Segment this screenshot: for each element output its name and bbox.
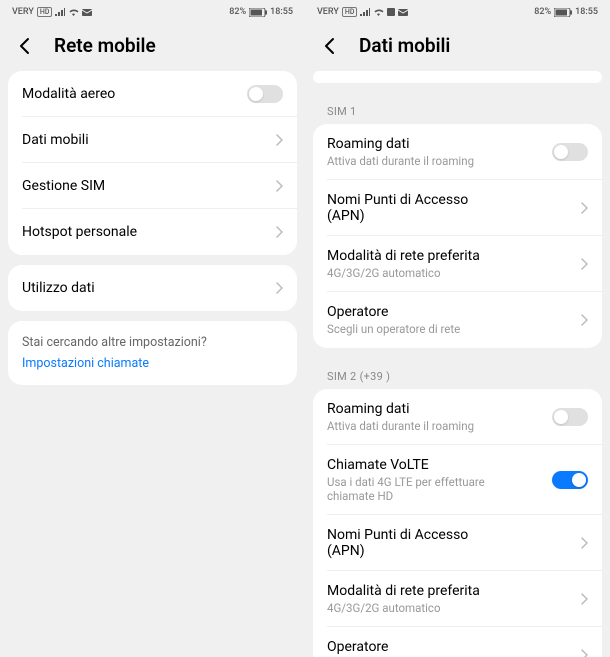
chevron-right-icon [581,534,588,553]
row-label: Dati mobili [22,132,270,148]
status-bar: VERY HD 82% 18:55 [305,0,610,24]
row-label: Modalità di rete preferita [327,583,575,599]
signal-icon [55,8,65,16]
card-stub [313,71,602,83]
row-data-usage[interactable]: Utilizzo dati [8,265,297,311]
clock: 18:55 [270,7,293,17]
sim1-roaming-toggle[interactable] [552,143,588,161]
row-label: Operatore [327,639,575,655]
chevron-right-icon [581,590,588,609]
mail-icon [82,9,92,16]
header: Rete mobile [0,24,305,71]
row-mobile-data[interactable]: Dati mobili [8,117,297,163]
row-sublabel: Usa i dati 4G LTE per effettuare chiamat… [327,475,517,503]
hd-badge: HD [37,7,53,17]
page-title: Rete mobile [54,34,156,57]
status-bar: VERY HD 82% 18:55 [0,0,305,24]
header: Dati mobili [305,24,610,71]
row-sublabel: 4G/3G/2G automatico [327,601,575,615]
chevron-right-icon [581,255,588,274]
row-sim2-volte[interactable]: Chiamate VoLTE Usa i dati 4G LTE per eff… [313,445,602,515]
row-label: Hotspot personale [22,224,270,240]
row-sim1-roaming[interactable]: Roaming dati Attiva dati durante il roam… [313,124,602,180]
wifi-icon [68,8,79,16]
chevron-right-icon [276,177,283,196]
row-label: Operatore [327,304,575,320]
row-sim2-roaming[interactable]: Roaming dati Attiva dati durante il roam… [313,389,602,445]
sim1-section-label: SIM 1 [313,93,602,124]
row-personal-hotspot[interactable]: Hotspot personale [8,209,297,255]
row-sim2-operator[interactable]: Operatore Scegli un operatore di rete [313,627,602,657]
info-card: Stai cercando altre impostazioni? Impost… [8,321,297,385]
row-sim1-operator[interactable]: Operatore Scegli un operatore di rete [313,292,602,348]
row-sim2-apn[interactable]: Nomi Punti di Accesso (APN) [313,515,602,571]
sim2-section-label: SIM 2 (+39 ) [313,358,602,389]
sim2-volte-toggle[interactable] [552,471,588,489]
clock: 18:55 [575,7,598,17]
chevron-right-icon [276,279,283,298]
settings-card-usage: Utilizzo dati [8,265,297,311]
back-button[interactable] [319,35,341,57]
battery-icon [249,8,267,17]
carrier-label: VERY [317,7,339,17]
screen-dati-mobili: VERY HD 82% 18:55 Dati mobili SIM 1 Roam… [305,0,610,657]
call-settings-link[interactable]: Impostazioni chiamate [22,356,283,371]
sim2-roaming-toggle[interactable] [552,408,588,426]
row-sim-management[interactable]: Gestione SIM [8,163,297,209]
row-sublabel: Scegli un operatore di rete [327,322,575,336]
row-label: Utilizzo dati [22,280,270,296]
settings-card-main: Modalità aereo Dati mobili Gestione SIM … [8,71,297,255]
sim2-card: Roaming dati Attiva dati durante il roam… [313,389,602,657]
row-sim1-apn[interactable]: Nomi Punti di Accesso (APN) [313,180,602,236]
vpn-icon [387,8,395,16]
row-label: Roaming dati [327,136,552,152]
page-title: Dati mobili [359,34,450,57]
row-sim2-netmode[interactable]: Modalità di rete preferita 4G/3G/2G auto… [313,571,602,627]
row-label: Roaming dati [327,401,552,417]
info-question: Stai cercando altre impostazioni? [22,335,283,350]
battery-percent: 82% [229,7,246,17]
hd-badge: HD [342,7,358,17]
row-label: Modalità aereo [22,86,247,102]
row-sim1-netmode[interactable]: Modalità di rete preferita 4G/3G/2G auto… [313,236,602,292]
row-airplane-mode[interactable]: Modalità aereo [8,71,297,117]
row-sublabel: Attiva dati durante il roaming [327,154,552,168]
mail-icon [398,9,408,16]
back-button[interactable] [14,35,36,57]
airplane-toggle[interactable] [247,85,283,103]
carrier-label: VERY [12,7,34,17]
row-label: Gestione SIM [22,178,270,194]
chevron-right-icon [581,311,588,330]
sim1-card: Roaming dati Attiva dati durante il roam… [313,124,602,348]
chevron-right-icon [581,199,588,218]
wifi-icon [373,8,384,16]
row-label: Nomi Punti di Accesso (APN) [327,527,507,559]
battery-icon [554,8,572,17]
chevron-right-icon [276,223,283,242]
chevron-right-icon [276,131,283,150]
row-label: Nomi Punti di Accesso (APN) [327,192,507,224]
screen-rete-mobile: VERY HD 82% 18:55 Rete mobile Modalità a… [0,0,305,657]
row-label: Chiamate VoLTE [327,457,552,473]
signal-icon [360,8,370,16]
chevron-right-icon [581,646,588,657]
battery-percent: 82% [534,7,551,17]
row-sublabel: Attiva dati durante il roaming [327,419,552,433]
row-sublabel: 4G/3G/2G automatico [327,266,575,280]
row-label: Modalità di rete preferita [327,248,575,264]
